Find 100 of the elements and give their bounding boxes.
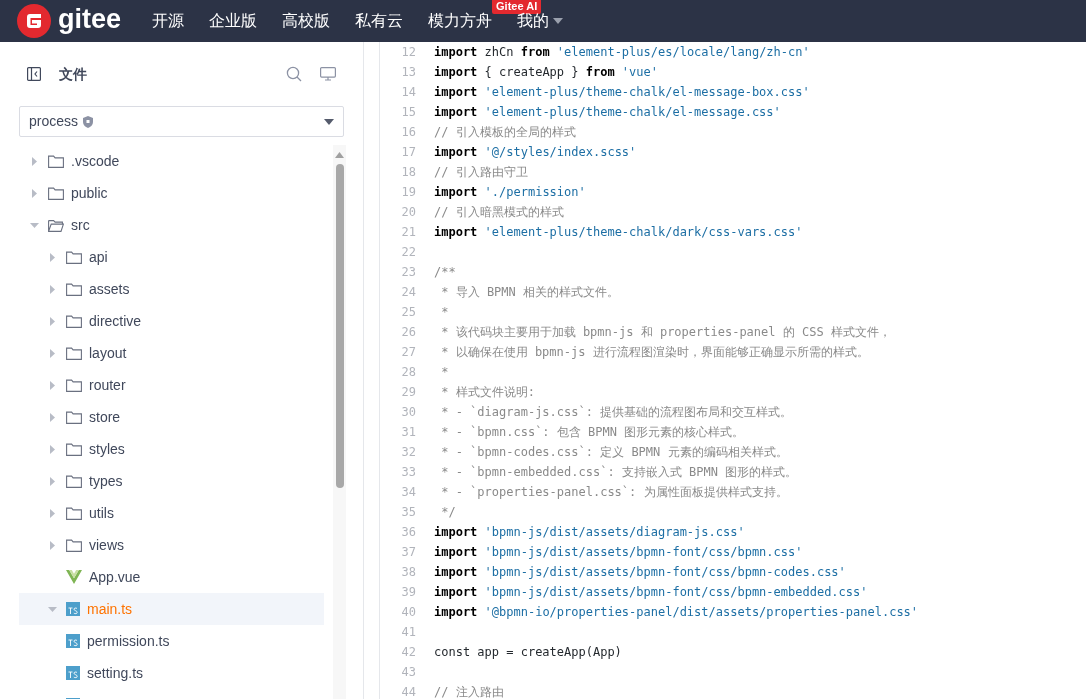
logo-text[interactable]: gitee — [58, 6, 122, 36]
collapse-caret-icon — [29, 222, 39, 228]
tree-row[interactable]: .vscode — [19, 145, 324, 177]
line-number: 24 — [400, 284, 416, 301]
line-number: 43 — [400, 664, 416, 681]
sidebar-title: 文件 — [59, 64, 87, 84]
line-number: 27 — [400, 344, 416, 361]
code-line: * 以确保在使用 bpmn-js 进行流程图渲染时，界面能够正确显示所需的样式。 — [440, 344, 869, 361]
caret-icon — [324, 118, 334, 125]
tree-row[interactable]: permission.ts — [19, 625, 324, 657]
line-number: 22 — [400, 244, 416, 261]
tree-row[interactable]: src — [19, 209, 324, 241]
line-number: 38 — [400, 564, 416, 581]
expand-caret-icon — [49, 284, 55, 294]
line-number: 19 — [400, 184, 416, 201]
folder-icon — [48, 154, 64, 168]
code-line: import 'bpmn-js/dist/assets/bpmn-font/css/bpmn.css' — [434, 544, 803, 561]
tree-row[interactable]: layout — [19, 337, 324, 369]
branch-select[interactable]: process — [19, 106, 344, 137]
line-number: 32 — [400, 444, 416, 461]
scrollbar-thumb[interactable] — [335, 164, 344, 488]
shield-icon — [83, 115, 94, 128]
folder-icon — [66, 250, 82, 264]
code-line: * - `properties-panel.css`: 为属性面板提供样式支持。 — [440, 484, 788, 501]
code-line: import 'bpmn-js/dist/assets/diagram-js.css' — [434, 524, 745, 541]
scroll-up-icon[interactable] — [335, 152, 344, 158]
sidebar-toggle-icon[interactable] — [27, 67, 41, 81]
code-line: import 'bpmn-js/dist/assets/bpmn-font/css/bpmn-embedded.css' — [434, 584, 868, 601]
tree-row[interactable]: App.vue — [19, 561, 324, 593]
code-line: import '@/styles/index.scss' — [434, 144, 637, 161]
expand-caret-icon — [49, 348, 55, 358]
tree-row[interactable]: setting.ts — [19, 657, 324, 689]
line-number: 40 — [400, 604, 416, 621]
expand-caret-icon — [49, 380, 55, 390]
tree-row[interactable]: views — [19, 529, 324, 561]
expand-caret-icon — [49, 540, 55, 550]
line-number: 35 — [400, 504, 416, 521]
dropdown-caret-icon[interactable] — [553, 18, 564, 24]
expand-caret-icon — [49, 508, 55, 518]
vue-file-icon — [66, 570, 82, 584]
typescript-file-icon — [66, 602, 80, 616]
line-number: 30 — [400, 404, 416, 421]
code-line: * 样式文件说明: — [440, 384, 535, 401]
code-line: * - `bpmn-embedded.css`: 支持嵌入式 BPMN 图形的样式。 — [440, 464, 798, 481]
code-line: import '@bpmn-io/properties-panel/dist/assets/properties-panel.css' — [434, 604, 919, 621]
code-line: import 'element-plus/theme-chalk/el-message-box.css' — [434, 84, 810, 101]
folder-icon — [66, 538, 82, 552]
line-number: 18 — [400, 164, 416, 181]
nav-link[interactable]: 企业版 — [209, 9, 258, 33]
expand-caret-icon — [49, 252, 55, 262]
folder-icon — [66, 442, 82, 456]
code-line: /** — [434, 264, 456, 281]
code-line: // 引入模板的全局的样式 — [434, 124, 576, 141]
line-number: 41 — [400, 624, 416, 641]
folder-icon — [48, 186, 64, 200]
line-number: 34 — [400, 484, 416, 501]
line-number: 12 — [400, 44, 416, 61]
code-line: import 'bpmn-js/dist/assets/bpmn-font/css/bpmn-codes.css' — [434, 564, 846, 581]
line-number: 16 — [400, 124, 416, 141]
folder-icon — [66, 346, 82, 360]
expand-caret-icon — [49, 316, 55, 326]
code-line: * 导入 BPMN 相关的样式文件。 — [440, 284, 620, 301]
folder-icon — [66, 378, 82, 392]
tree-row[interactable]: api — [19, 241, 324, 273]
line-number: 29 — [400, 384, 416, 401]
folder-icon — [66, 474, 82, 488]
typescript-file-icon — [66, 634, 80, 648]
tree-row[interactable]: utils — [19, 497, 324, 529]
line-number: 39 — [400, 584, 416, 601]
code-line: import 'element-plus/theme-chalk/el-message.css' — [434, 104, 781, 121]
line-number: 28 — [400, 364, 416, 381]
code-line: import './permission' — [434, 184, 586, 201]
line-number: 31 — [400, 424, 416, 441]
code-line: const app = createApp(App) — [434, 644, 622, 661]
code-line: * 该代码块主要用于加载 bpmn-js 和 properties-panel 的 CSS 样式文件， — [440, 324, 891, 341]
search-icon[interactable] — [286, 66, 302, 82]
nav-link[interactable]: 模力方舟 — [428, 9, 493, 33]
tree-row[interactable]: types — [19, 465, 324, 497]
monitor-icon[interactable] — [320, 67, 336, 81]
code-line: import zhCn from 'element-plus/es/locale/lang/zh-cn' — [434, 44, 810, 61]
tree-row[interactable]: router — [19, 369, 324, 401]
logo-icon[interactable] — [17, 4, 51, 38]
expand-caret-icon — [49, 476, 55, 486]
line-number: 23 — [400, 264, 416, 281]
nav-link[interactable]: 私有云 — [355, 9, 404, 33]
tree-row[interactable]: styles — [19, 433, 324, 465]
line-number: 33 — [400, 464, 416, 481]
tree-row[interactable]: assets — [19, 273, 324, 305]
expand-caret-icon — [31, 188, 37, 198]
tree-row[interactable]: directive — [19, 305, 324, 337]
line-number: 36 — [400, 524, 416, 541]
code-line: // 引入暗黑模式的样式 — [434, 204, 564, 221]
nav-link[interactable]: 高校版 — [282, 9, 331, 33]
code-line: // 引入路由守卫 — [434, 164, 528, 181]
code-line: import { createApp } from 'vue' — [434, 64, 658, 81]
expand-caret-icon — [49, 412, 55, 422]
expand-caret-icon — [31, 156, 37, 166]
nav-link[interactable]: 开源 — [152, 9, 185, 33]
tree-row[interactable]: store — [19, 401, 324, 433]
tree-row[interactable]: public — [19, 177, 324, 209]
